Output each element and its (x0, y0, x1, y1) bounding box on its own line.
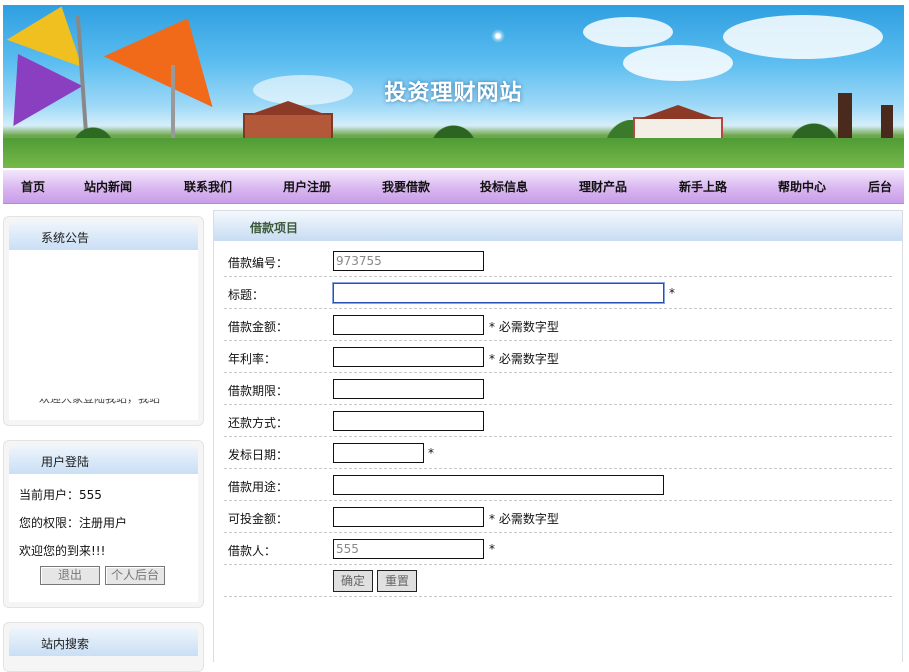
label-loan-id: 借款编号： (228, 256, 289, 270)
current-user: 当前用户：555 (19, 488, 102, 502)
rate-input[interactable] (333, 347, 484, 367)
welcome-text: 欢迎您的到来!!! (19, 544, 106, 558)
personal-center-button[interactable]: 个人后台 (105, 566, 165, 585)
amount-input[interactable] (333, 315, 484, 335)
nav-item-register[interactable]: 用户注册 (263, 178, 351, 195)
form-row-term: 借款期限： (224, 373, 892, 405)
nav-item-home[interactable]: 首页 (3, 178, 63, 195)
form-row-amount: 借款金额： * 必需数字型 (224, 309, 892, 341)
label-repayment: 还款方式： (228, 416, 289, 430)
login-panel: 用户登陆 当前用户：555 您的权限：注册用户 欢迎您的到来!!! 退出 个人后… (3, 440, 204, 608)
cloud (723, 15, 883, 59)
form-row-loan-id: 借款编号： (224, 245, 892, 277)
hint-title: * (669, 286, 675, 300)
header-banner: 投资理财网站 (3, 5, 904, 168)
form-row-title: 标题： * (224, 277, 892, 309)
ground (3, 138, 904, 168)
nav-item-borrow[interactable]: 我要借款 (351, 178, 461, 195)
purpose-input[interactable] (333, 475, 664, 495)
label-date: 发标日期： (228, 448, 289, 462)
nav-item-contact[interactable]: 联系我们 (153, 178, 263, 195)
login-header: 用户登陆 (9, 446, 198, 474)
user-role: 您的权限：注册用户 (19, 516, 128, 530)
hint-borrower: * (489, 542, 495, 556)
term-input[interactable] (333, 379, 484, 399)
label-rate: 年利率： (228, 352, 277, 366)
repayment-input[interactable] (333, 411, 484, 431)
site-title: 投资理财网站 (384, 80, 523, 106)
notice-panel: 系统公告 欢迎大家登陆我站，我站 (3, 216, 204, 426)
search-panel: 站内搜索 (3, 622, 204, 672)
nav-item-products[interactable]: 理财产品 (547, 178, 659, 195)
notice-body: 欢迎大家登陆我站，我站 (9, 250, 198, 420)
notice-scroll-text: 欢迎大家登陆我站，我站 (39, 392, 160, 405)
form-row-rate: 年利率： * 必需数字型 (224, 341, 892, 373)
hint-date: * (428, 446, 434, 460)
cloud (583, 17, 673, 47)
form-header: 借款项目 (214, 211, 902, 241)
form-row-purpose: 借款用途： (224, 469, 892, 501)
loan-id-input[interactable] (333, 251, 484, 271)
form-row-borrower: 借款人： * (224, 533, 892, 565)
notice-title: 系统公告 (41, 231, 90, 245)
notice-header: 系统公告 (9, 222, 198, 250)
form-row-available: 可投金额： * 必需数字型 (224, 501, 892, 533)
nav-item-bids[interactable]: 投标信息 (461, 178, 547, 195)
borrower-input[interactable] (333, 539, 484, 559)
form-row-actions: 确定 重置 (224, 565, 892, 597)
login-title: 用户登陆 (41, 455, 90, 469)
hint-available: * 必需数字型 (489, 512, 559, 526)
nav-item-help[interactable]: 帮助中心 (747, 178, 857, 195)
search-title: 站内搜索 (41, 637, 90, 651)
label-available: 可投金额： (228, 512, 289, 526)
nav-item-admin[interactable]: 后台 (857, 178, 903, 195)
logout-button[interactable]: 退出 (40, 566, 100, 585)
reset-button[interactable]: 重置 (377, 570, 417, 592)
available-amount-input[interactable] (333, 507, 484, 527)
submit-button[interactable]: 确定 (333, 570, 373, 592)
form-row-date: 发标日期： * (224, 437, 892, 469)
login-body: 当前用户：555 您的权限：注册用户 欢迎您的到来!!! 退出 个人后台 (9, 474, 198, 602)
sparkle-icon (491, 29, 505, 43)
hint-rate: * 必需数字型 (489, 352, 559, 366)
label-term: 借款期限： (228, 384, 289, 398)
search-header: 站内搜索 (9, 628, 198, 656)
hint-amount: * 必需数字型 (489, 320, 559, 334)
label-title: 标题： (228, 288, 265, 302)
main-nav: 首页 站内新闻 联系我们 用户注册 我要借款 投标信息 理财产品 新手上路 帮助… (3, 170, 904, 204)
loan-form-panel: 借款项目 借款编号： 标题： * 借款金额： * 必需数字型 年利率： * 必需… (213, 210, 903, 662)
date-input[interactable] (333, 443, 424, 463)
form-title: 借款项目 (250, 221, 299, 235)
nav-item-news[interactable]: 站内新闻 (63, 178, 153, 195)
label-purpose: 借款用途： (228, 480, 289, 494)
title-input[interactable] (333, 283, 664, 303)
nav-item-guide[interactable]: 新手上路 (659, 178, 747, 195)
form-row-repayment: 还款方式： (224, 405, 892, 437)
label-borrower: 借款人： (228, 544, 277, 558)
label-amount: 借款金额： (228, 320, 289, 334)
